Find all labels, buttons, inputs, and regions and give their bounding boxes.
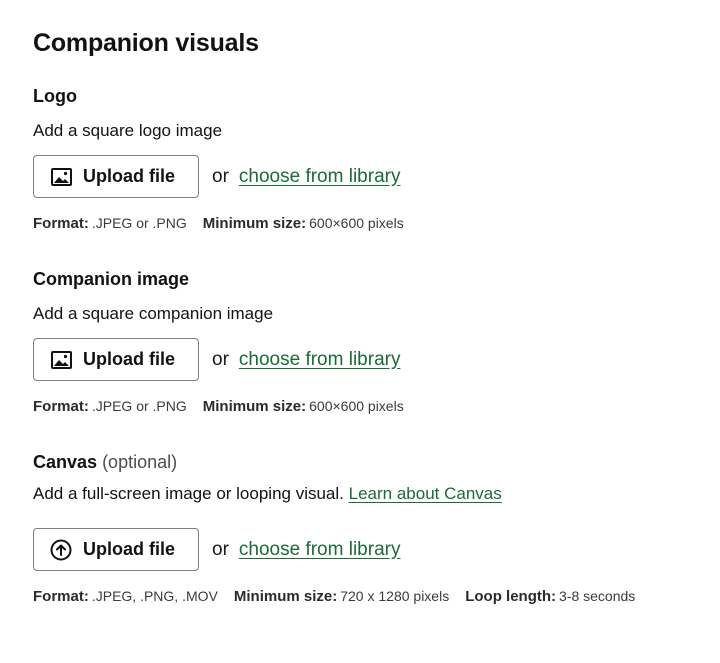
companion-visuals-page: Companion visuals Logo Add a square logo… bbox=[0, 0, 720, 663]
section-description: Add a square companion image bbox=[33, 303, 720, 325]
upload-file-label: Upload file bbox=[83, 166, 176, 186]
logo-section: Logo Add a square logo image Upload file… bbox=[33, 85, 720, 233]
canvas-section: Canvas (optional) Add a full-screen imag… bbox=[33, 451, 720, 606]
section-title-text: Canvas bbox=[33, 452, 98, 472]
section-title: Canvas (optional) bbox=[33, 451, 720, 473]
upload-file-label: Upload file bbox=[83, 349, 176, 369]
section-title: Companion image bbox=[33, 268, 720, 290]
section-description: Add a square logo image bbox=[33, 120, 720, 142]
upload-file-button[interactable]: Upload file bbox=[33, 155, 199, 198]
section-description: Add a full-screen image or looping visua… bbox=[33, 483, 720, 505]
choose-from-library-link[interactable]: choose from library bbox=[239, 166, 401, 188]
companion-image-section: Companion image Add a square companion i… bbox=[33, 268, 720, 416]
file-requirements: Format: .JPEG, .PNG, .MOV Minimum size: 72… bbox=[33, 587, 720, 606]
image-icon bbox=[50, 349, 72, 371]
upload-row: Upload file or choose from library bbox=[33, 155, 720, 198]
section-title-text: Logo bbox=[33, 86, 77, 106]
file-requirements: Format: .JPEG or .PNG Minimum size: 600×60… bbox=[33, 397, 720, 416]
section-description-text: Add a full-screen image or looping visua… bbox=[33, 484, 344, 503]
optional-tag: (optional) bbox=[102, 452, 178, 472]
upload-row: Upload file or choose from library bbox=[33, 338, 720, 381]
size-requirement: Minimum size: 600×600 pixels bbox=[202, 215, 404, 232]
upload-arrow-icon bbox=[50, 539, 72, 561]
upload-row: Upload file or choose from library bbox=[33, 528, 720, 571]
choose-from-library-link[interactable]: choose from library bbox=[239, 349, 401, 371]
format-requirement: Format: .JPEG or .PNG bbox=[33, 215, 187, 232]
image-icon bbox=[50, 166, 72, 188]
section-description-text: Add a square logo image bbox=[33, 121, 223, 140]
format-requirement: Format: .JPEG, .PNG, .MOV bbox=[33, 588, 218, 605]
learn-about-canvas-link[interactable]: Learn about Canvas bbox=[349, 484, 502, 503]
size-requirement: Minimum size: 600×600 pixels bbox=[202, 398, 404, 415]
choose-from-library-link[interactable]: choose from library bbox=[239, 539, 401, 561]
file-requirements: Format: .JPEG or .PNG Minimum size: 600×60… bbox=[33, 214, 720, 233]
or-text: or bbox=[212, 348, 229, 370]
or-text: or bbox=[212, 165, 229, 187]
loop-length-requirement: Loop length: 3-8 seconds bbox=[465, 588, 636, 605]
size-requirement: Minimum size: 720 x 1280 pixels bbox=[233, 588, 450, 605]
upload-file-button[interactable]: Upload file bbox=[33, 528, 199, 571]
or-text: or bbox=[212, 538, 229, 560]
section-title: Logo bbox=[33, 85, 720, 107]
page-title: Companion visuals bbox=[33, 29, 259, 57]
section-description-text: Add a square companion image bbox=[33, 304, 274, 323]
section-title-text: Companion image bbox=[33, 269, 190, 289]
format-requirement: Format: .JPEG or .PNG bbox=[33, 398, 187, 415]
upload-file-button[interactable]: Upload file bbox=[33, 338, 199, 381]
upload-file-label: Upload file bbox=[83, 539, 176, 559]
